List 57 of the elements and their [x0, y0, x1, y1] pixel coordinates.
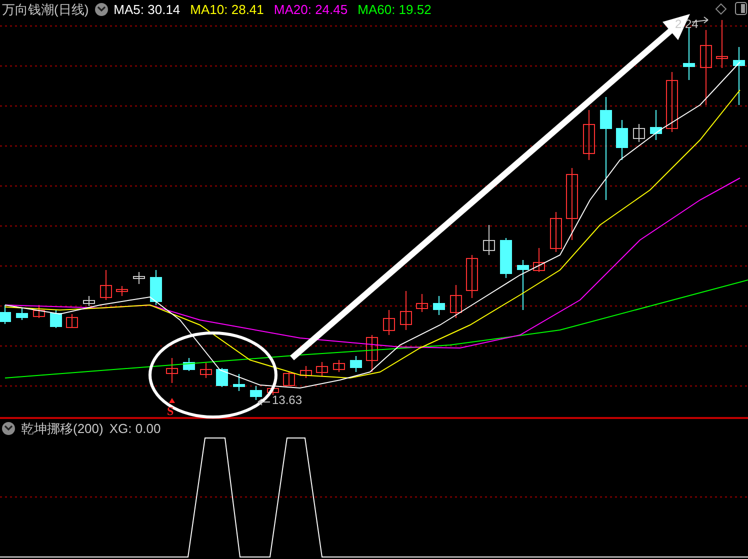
- signal-mark: S: [167, 405, 174, 417]
- chart-title: 万向钱潮(日线): [2, 2, 89, 16]
- candlestick: [316, 362, 328, 376]
- candlestick: [366, 334, 378, 372]
- moving-average-label: MA20: 24.45: [274, 2, 348, 16]
- candlestick: [33, 304, 45, 318]
- candlestick: [250, 386, 262, 400]
- triangle-icon: [169, 398, 175, 403]
- indicator-reading: XG: 0.00: [109, 422, 161, 434]
- candlestick: [383, 310, 395, 336]
- candlestick: [100, 270, 112, 300]
- candlestick: [400, 290, 412, 330]
- diamond-icon[interactable]: [715, 3, 727, 15]
- candlestick: [183, 358, 195, 372]
- candlestick: [466, 254, 478, 298]
- candlestick: [583, 110, 595, 160]
- price-low-label: 13.63: [272, 394, 302, 406]
- candlestick: [483, 224, 495, 256]
- candlestick: [16, 308, 28, 320]
- candlestick: [150, 270, 162, 306]
- candlestick: [616, 120, 628, 160]
- candlestick: [233, 374, 245, 392]
- candlestick: [633, 124, 645, 142]
- candlestick: [550, 212, 562, 252]
- pointer-arrow-icon: [258, 398, 270, 406]
- candlestick: [200, 362, 212, 378]
- candlestick: [0, 304, 11, 324]
- candlestick: [500, 238, 512, 278]
- candlestick: [66, 314, 78, 328]
- candlestick: [283, 372, 295, 386]
- candlestick: [683, 28, 695, 80]
- candlestick: [450, 284, 462, 318]
- price-high-label: 2.24: [675, 18, 698, 30]
- candlestick: [216, 368, 228, 388]
- candlestick: [116, 286, 128, 296]
- moving-average-label: MA5: 30.14: [114, 2, 180, 16]
- indicator-title: 乾坤挪移(200): [21, 422, 104, 434]
- panel-toggle-icon[interactable]: [735, 2, 747, 15]
- dropdown-icon[interactable]: [2, 422, 15, 434]
- candlestick: [416, 294, 428, 312]
- candlestick: [716, 20, 728, 68]
- candlestick: [350, 356, 362, 372]
- dropdown-icon[interactable]: [94, 2, 108, 16]
- candlestick: [733, 46, 745, 106]
- moving-average-label: MA60: 19.52: [358, 2, 432, 16]
- candlestick: [50, 310, 62, 328]
- candlestick: [333, 360, 345, 372]
- candlestick: [650, 110, 662, 140]
- candlestick: [83, 296, 95, 306]
- candlestick: [533, 248, 545, 272]
- moving-average-label: MA10: 28.41: [190, 2, 264, 16]
- candlestick: [517, 260, 529, 310]
- candlestick: [133, 272, 145, 284]
- candlestick: [166, 358, 178, 384]
- candlestick: [433, 296, 445, 316]
- candlestick: [666, 72, 678, 132]
- candlestick: [300, 366, 312, 378]
